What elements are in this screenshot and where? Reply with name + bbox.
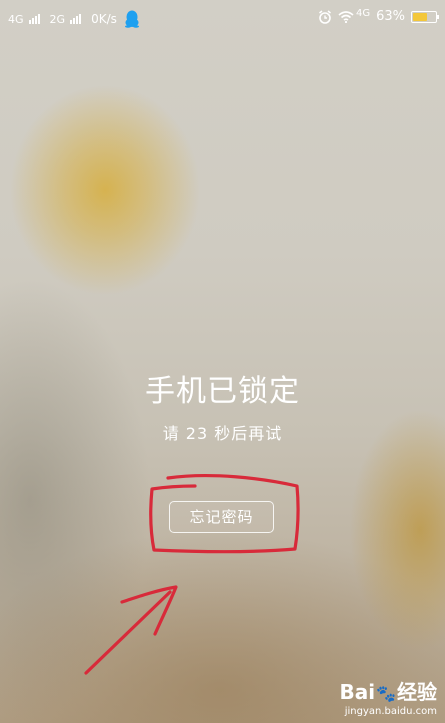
status-right-group: 4G 63%: [318, 8, 439, 24]
retry-countdown-message: 请 23 秒后再试: [162, 424, 283, 443]
baidu-logo-text: Bai: [339, 680, 376, 704]
status-bar: 4G 2G 0K/s 4G 63%: [0, 0, 445, 34]
status-left-group: 4G 2G 0K/s: [8, 10, 140, 28]
battery-fill: [413, 12, 427, 21]
annotation-arrow-shaft: [84, 590, 172, 675]
sim2-network-label: 2G: [49, 12, 66, 26]
red-annotation-overlay: [84, 473, 300, 675]
lock-title: 手机已锁定: [145, 374, 300, 409]
annotation-arrow-head: [120, 585, 178, 636]
qq-penguin-icon: [124, 10, 139, 28]
sim1-network-label: 4G: [8, 12, 24, 26]
wifi-icon: [338, 10, 354, 23]
alarm-clock-icon: [319, 9, 331, 24]
sim1-signal-icon: [28, 14, 40, 24]
data-speed-label: 0K/s: [91, 12, 117, 26]
battery-icon: [411, 10, 439, 23]
baidu-paw-icon: 🐾: [376, 684, 396, 703]
baidu-jingyan-watermark: Bai🐾经验 jingyan.baidu.com: [339, 682, 437, 717]
jingyan-logo-text: 经验: [397, 680, 437, 704]
sim2-signal-icon: [70, 14, 82, 24]
lock-screen: 4G 2G 0K/s 4G 63% 手机已锁定 请 23 秒后再试 忘记密码 B…: [0, 0, 445, 723]
watermark-url: jingyan.baidu.com: [344, 706, 437, 717]
forgot-password-button[interactable]: 忘记密码: [169, 501, 274, 533]
battery-percent-label: 63%: [376, 9, 405, 24]
baidu-logo: Bai🐾经验: [339, 682, 437, 704]
wifi-network-label: 4G: [355, 8, 371, 19]
